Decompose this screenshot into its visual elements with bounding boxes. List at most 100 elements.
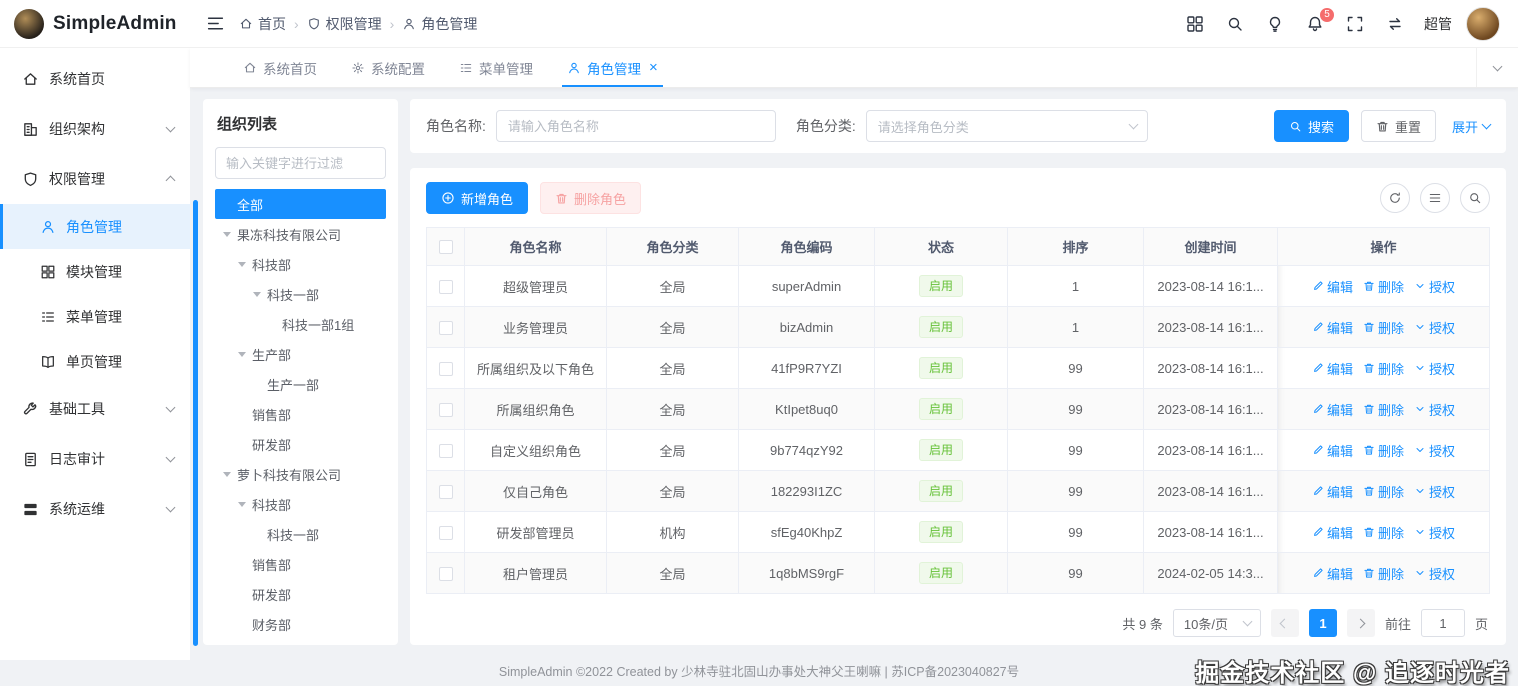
delete-button[interactable]: 删除 — [1363, 523, 1404, 542]
caret-down-icon[interactable] — [223, 471, 231, 477]
tree-node[interactable]: 销售部 — [215, 549, 386, 579]
edit-button[interactable]: 编辑 — [1312, 441, 1353, 460]
org-filter-input[interactable] — [215, 147, 386, 179]
caret-down-icon[interactable] — [223, 231, 231, 237]
search-button[interactable]: 搜索 — [1273, 110, 1349, 142]
grant-button[interactable]: 授权 — [1414, 441, 1455, 460]
delete-button[interactable]: 删除 — [1363, 564, 1404, 583]
delete-button[interactable]: 删除 — [1363, 318, 1404, 337]
tree-node[interactable]: 生产一部 — [215, 369, 386, 399]
tree-node[interactable]: 研发部 — [215, 429, 386, 459]
sidebar-item-log-audit[interactable]: 日志审计 — [0, 434, 190, 484]
tabs-dropdown-button[interactable] — [1476, 48, 1518, 87]
delete-button[interactable]: 删除 — [1363, 400, 1404, 419]
edit-button[interactable]: 编辑 — [1312, 400, 1353, 419]
notification-button[interactable]: 5 — [1302, 6, 1335, 37]
next-page-button[interactable] — [1346, 609, 1375, 637]
tree-node[interactable]: 财务部 — [215, 609, 386, 639]
global-search-button[interactable] — [1222, 11, 1248, 37]
row-checkbox[interactable] — [438, 484, 453, 499]
breadcrumb-home[interactable]: 首页 — [239, 14, 286, 34]
edit-button[interactable]: 编辑 — [1312, 523, 1353, 542]
grant-button[interactable]: 授权 — [1414, 564, 1455, 583]
prev-page-button[interactable] — [1270, 609, 1299, 637]
tree-node[interactable]: 科技一部1组 — [215, 309, 386, 339]
breadcrumb-permission[interactable]: 权限管理 — [307, 14, 382, 34]
row-checkbox[interactable] — [438, 443, 453, 458]
username[interactable]: 超管 — [1424, 14, 1452, 34]
sidebar-item-organization[interactable]: 组织架构 — [0, 104, 190, 154]
sidebar-item-permission[interactable]: 权限管理 — [0, 154, 190, 204]
tab-menu-management[interactable]: 菜单管理 — [442, 48, 550, 87]
caret-down-icon[interactable] — [253, 291, 261, 297]
select-all-checkbox[interactable] — [438, 240, 453, 255]
grant-button[interactable]: 授权 — [1414, 277, 1455, 296]
caret-down-icon[interactable] — [238, 261, 246, 267]
caret-down-icon[interactable] — [238, 351, 246, 357]
user-avatar[interactable] — [1466, 6, 1500, 41]
row-checkbox[interactable] — [438, 320, 453, 335]
role-name-input[interactable] — [495, 110, 776, 142]
sidebar-item-system-ops[interactable]: 系统运维 — [0, 484, 190, 534]
swap-button[interactable] — [1382, 11, 1408, 37]
row-checkbox[interactable] — [438, 525, 453, 540]
edit-button[interactable]: 编辑 — [1312, 318, 1353, 337]
grant-button[interactable]: 授权 — [1414, 523, 1455, 542]
row-checkbox[interactable] — [438, 566, 453, 581]
expand-button[interactable]: 展开 — [1452, 117, 1492, 136]
grant-button[interactable]: 授权 — [1414, 318, 1455, 337]
sidebar-item-module-management[interactable]: 模块管理 — [0, 249, 190, 294]
tree-node[interactable]: 萝卜科技有限公司 — [215, 459, 386, 489]
refresh-button[interactable] — [1380, 183, 1410, 213]
page-number-button[interactable]: 1 — [1308, 609, 1337, 637]
page-size-select[interactable]: 10条/页 — [1172, 609, 1261, 637]
tree-node[interactable]: 销售部 — [215, 399, 386, 429]
role-category-select[interactable]: 请选择角色分类 — [865, 110, 1148, 142]
edit-button[interactable]: 编辑 — [1312, 359, 1353, 378]
tree-node[interactable]: 科技一部 — [215, 519, 386, 549]
goto-page-input[interactable] — [1420, 609, 1465, 637]
tab-system-home[interactable]: 系统首页 — [226, 48, 334, 87]
edit-button[interactable]: 编辑 — [1312, 277, 1353, 296]
row-checkbox[interactable] — [438, 361, 453, 376]
sidebar-item-role-management[interactable]: 角色管理 — [0, 204, 190, 249]
row-checkbox[interactable] — [438, 279, 453, 294]
delete-button[interactable]: 删除 — [1363, 277, 1404, 296]
collapse-sidebar-button[interactable] — [202, 10, 229, 37]
delete-button[interactable]: 删除 — [1363, 441, 1404, 460]
caret-down-icon[interactable] — [238, 501, 246, 507]
grant-button[interactable]: 授权 — [1414, 359, 1455, 378]
tree-node[interactable]: 科技部 — [215, 249, 386, 279]
tree-node[interactable]: 全部 — [215, 189, 386, 219]
tab-system-config[interactable]: 系统配置 — [334, 48, 442, 87]
add-role-button[interactable]: 新增角色 — [426, 182, 529, 214]
sidebar-scrollbar-thumb[interactable] — [193, 200, 198, 646]
tree-node[interactable]: 果冻科技有限公司 — [215, 219, 386, 249]
sidebar-item-system-home[interactable]: 系统首页 — [0, 54, 190, 104]
grant-button[interactable]: 授权 — [1414, 400, 1455, 419]
sidebar-item-spa-management[interactable]: 单页管理 — [0, 339, 190, 384]
delete-button[interactable]: 删除 — [1363, 482, 1404, 501]
reset-button[interactable]: 重置 — [1360, 110, 1436, 142]
tree-node[interactable]: 研发部 — [215, 579, 386, 609]
close-tab-icon[interactable]: × — [649, 60, 658, 75]
edit-button[interactable]: 编辑 — [1312, 564, 1353, 583]
row-checkbox[interactable] — [438, 402, 453, 417]
app-logo[interactable]: SimpleAdmin — [0, 8, 190, 39]
delete-button[interactable]: 删除 — [1363, 359, 1404, 378]
table-search-button[interactable] — [1460, 183, 1490, 213]
tree-node[interactable]: 科技部 — [215, 489, 386, 519]
edit-button[interactable]: 编辑 — [1312, 482, 1353, 501]
sidebar-item-menu-management[interactable]: 菜单管理 — [0, 294, 190, 339]
tree-node[interactable]: 科技一部 — [215, 279, 386, 309]
theme-button[interactable] — [1262, 11, 1288, 37]
breadcrumb-role[interactable]: 角色管理 — [402, 14, 477, 34]
sidebar-item-basic-tools[interactable]: 基础工具 — [0, 384, 190, 434]
grant-button[interactable]: 授权 — [1414, 482, 1455, 501]
column-setting-button[interactable] — [1420, 183, 1450, 213]
tab-role-management[interactable]: 角色管理 × — [550, 48, 675, 87]
layout-grid-button[interactable] — [1182, 11, 1208, 37]
tree-node[interactable]: 生产部 — [215, 339, 386, 369]
fullscreen-button[interactable] — [1342, 11, 1368, 37]
delete-role-button[interactable]: 删除角色 — [540, 182, 642, 214]
